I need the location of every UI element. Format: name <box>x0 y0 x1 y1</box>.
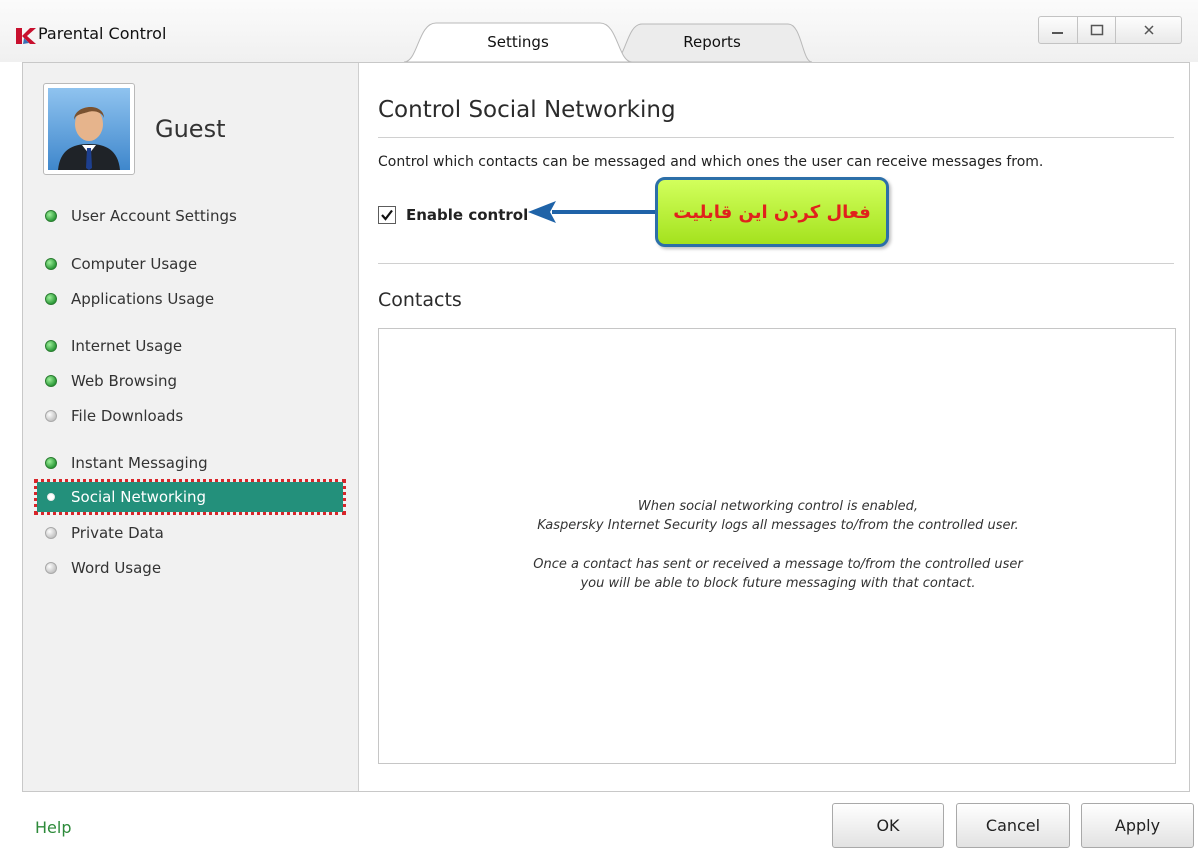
maximize-icon <box>1090 24 1103 36</box>
sidebar-item-social-networking[interactable]: Social Networking <box>34 479 346 515</box>
contacts-list[interactable]: When social networking control is enable… <box>378 328 1176 764</box>
sidebar: Guest User Account Settings Computer Usa… <box>23 63 359 791</box>
page-title: Control Social Networking <box>378 97 676 123</box>
window-title: Parental Control <box>38 24 167 43</box>
enable-control-label[interactable]: Enable control <box>406 206 528 224</box>
apply-button[interactable]: Apply <box>1081 803 1194 848</box>
status-dot-icon <box>45 340 57 352</box>
info-text-line: Kaspersky Internet Security logs all mes… <box>537 518 1019 533</box>
status-dot-icon <box>45 375 57 387</box>
sidebar-item-private-data[interactable]: Private Data <box>37 518 343 548</box>
sidebar-item-label: Social Networking <box>71 488 207 506</box>
user-name: Guest <box>155 115 226 143</box>
sidebar-item-word-usage[interactable]: Word Usage <box>37 553 343 583</box>
sidebar-item-label: User Account Settings <box>71 207 237 225</box>
contacts-title: Contacts <box>378 289 462 311</box>
user-avatar-icon <box>58 106 120 170</box>
title-bar: Parental Control Reports Settings <box>0 0 1198 62</box>
help-link[interactable]: Help <box>35 818 71 837</box>
info-text-line: When social networking control is enable… <box>637 499 919 514</box>
sidebar-item-label: Applications Usage <box>71 290 215 308</box>
avatar <box>43 83 135 175</box>
close-button[interactable] <box>1116 16 1182 44</box>
status-dot-icon <box>45 210 57 222</box>
status-dot-icon <box>45 527 57 539</box>
minimize-icon <box>1052 32 1063 34</box>
sidebar-item-label: Word Usage <box>71 559 162 577</box>
divider <box>378 263 1174 264</box>
dialog-body: Guest User Account Settings Computer Usa… <box>22 62 1190 792</box>
tab-settings-label: Settings <box>487 33 549 51</box>
enable-control-checkbox[interactable] <box>378 206 396 224</box>
main-panel: Control Social Networking Control which … <box>360 63 1189 791</box>
status-dot-icon <box>45 258 57 270</box>
sidebar-item-user-account-settings[interactable]: User Account Settings <box>37 201 343 231</box>
sidebar-item-web-browsing[interactable]: Web Browsing <box>37 366 343 396</box>
status-dot-icon <box>45 410 57 422</box>
status-dot-icon <box>47 493 55 501</box>
tab-reports[interactable]: Reports <box>612 22 812 62</box>
annotation-callout: فعال کردن این قابلیت <box>655 177 889 247</box>
sidebar-item-label: Internet Usage <box>71 337 183 355</box>
minimize-button[interactable] <box>1038 16 1078 44</box>
window-controls <box>1030 16 1190 46</box>
sidebar-item-instant-messaging[interactable]: Instant Messaging <box>37 448 343 478</box>
sidebar-item-label: Instant Messaging <box>71 454 208 472</box>
status-dot-icon <box>45 293 57 305</box>
sidebar-item-label: File Downloads <box>71 407 184 425</box>
divider <box>378 137 1174 138</box>
sidebar-item-label: Private Data <box>71 524 164 542</box>
page-description: Control which contacts can be messaged a… <box>378 154 1044 170</box>
sidebar-item-computer-usage[interactable]: Computer Usage <box>37 249 343 279</box>
info-text-line: you will be able to block future messagi… <box>580 576 976 591</box>
sidebar-item-label: Computer Usage <box>71 255 198 273</box>
sidebar-item-internet-usage[interactable]: Internet Usage <box>37 331 343 361</box>
kaspersky-logo-icon <box>16 28 36 44</box>
arrow-left-icon <box>528 201 658 223</box>
info-text-line: Once a contact has sent or received a me… <box>533 557 1023 572</box>
status-dot-icon <box>45 457 57 469</box>
tab-settings[interactable]: Settings <box>404 22 632 62</box>
sidebar-item-applications-usage[interactable]: Applications Usage <box>37 284 343 314</box>
checkmark-icon <box>381 209 393 221</box>
cancel-button[interactable]: Cancel <box>956 803 1070 848</box>
sidebar-item-label: Web Browsing <box>71 372 178 390</box>
maximize-button[interactable] <box>1078 16 1116 44</box>
tab-reports-label: Reports <box>683 33 741 51</box>
close-icon <box>1143 25 1154 35</box>
ok-button[interactable]: OK <box>832 803 944 848</box>
status-dot-icon <box>45 562 57 574</box>
sidebar-item-file-downloads[interactable]: File Downloads <box>37 401 343 431</box>
